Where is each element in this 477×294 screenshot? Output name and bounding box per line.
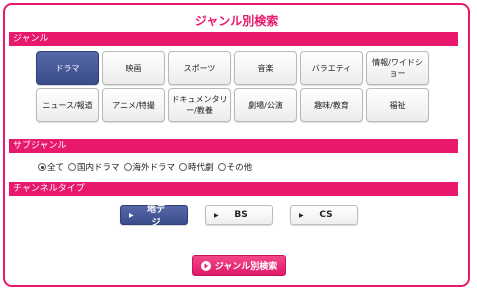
- genre-button-variety[interactable]: バラエティ: [300, 51, 363, 85]
- play-circle-icon: [200, 260, 211, 271]
- genre-search-button[interactable]: ジャンル別検索: [192, 255, 286, 276]
- radio-button-all[interactable]: [38, 163, 46, 171]
- subgenre-label-foreign-drama: 海外ドラマ: [132, 163, 176, 173]
- subgenre-section-header: サブジャンル: [9, 139, 458, 153]
- genre-button-news[interactable]: ニュース/報道: [36, 88, 99, 122]
- genre-button-info-wideshow[interactable]: 情報/ワイドショー: [366, 51, 429, 85]
- channel-type-section-header: チャンネルタイプ: [9, 182, 458, 196]
- subgenre-option-domestic-drama[interactable]: 国内ドラマ: [68, 161, 120, 173]
- channel-label-cs: CS: [319, 210, 333, 220]
- panel-title: ジャンル別検索: [194, 14, 279, 28]
- subgenre-label-other: その他: [226, 163, 253, 173]
- search-button-label: ジャンル別検索: [214, 262, 278, 272]
- chevron-right-icon: ▶: [129, 211, 134, 219]
- genre-button-documentary[interactable]: ドキュメンタリー/教養: [168, 88, 231, 122]
- channel-button-bs[interactable]: ▶ BS: [205, 205, 273, 225]
- subgenre-label-domestic-drama: 国内ドラマ: [77, 163, 120, 173]
- genre-button-welfare[interactable]: 福祉: [366, 88, 429, 122]
- channel-label-terrestrial: 地デジ: [146, 205, 165, 228]
- radio-button-domestic-drama[interactable]: [68, 163, 77, 171]
- genre-button-anime[interactable]: アニメ/特撮: [102, 88, 165, 122]
- radio-button-other[interactable]: [217, 163, 226, 171]
- genre-button-sports[interactable]: スポーツ: [168, 51, 231, 85]
- genre-section-header: ジャンル: [9, 32, 458, 46]
- genre-button-music[interactable]: 音楽: [234, 51, 297, 85]
- subgenre-option-other[interactable]: その他: [217, 161, 253, 173]
- genre-button-theater[interactable]: 劇場/公演: [234, 88, 297, 122]
- chevron-right-icon: ▶: [214, 211, 219, 219]
- subgenre-radio-group: 全て 国内ドラマ 海外ドラマ 時代劇 その他: [38, 161, 252, 173]
- subgenre-option-foreign-drama[interactable]: 海外ドラマ: [123, 161, 176, 173]
- genre-button-drama[interactable]: ドラマ: [36, 51, 99, 85]
- channel-button-terrestrial[interactable]: ▶ 地デジ: [120, 205, 188, 228]
- radio-button-foreign-drama[interactable]: [123, 163, 132, 171]
- subgenre-label-period-drama: 時代劇: [188, 163, 214, 173]
- genre-button-grid: ドラマ 映画 スポーツ 音楽 バラエティ 情報/ワイドショー ニュース/報道 ア…: [36, 51, 429, 122]
- channel-button-cs[interactable]: ▶ CS: [290, 205, 358, 225]
- chevron-right-icon: ▶: [299, 211, 304, 219]
- genre-button-hobby-education[interactable]: 趣味/教育: [300, 88, 363, 122]
- subgenre-label-all: 全て: [47, 163, 65, 173]
- radio-button-period-drama[interactable]: [179, 163, 188, 171]
- channel-label-bs: BS: [234, 210, 248, 220]
- subgenre-option-period-drama[interactable]: 時代劇: [179, 161, 214, 173]
- subgenre-option-all[interactable]: 全て: [38, 161, 64, 173]
- genre-button-movie[interactable]: 映画: [102, 51, 165, 85]
